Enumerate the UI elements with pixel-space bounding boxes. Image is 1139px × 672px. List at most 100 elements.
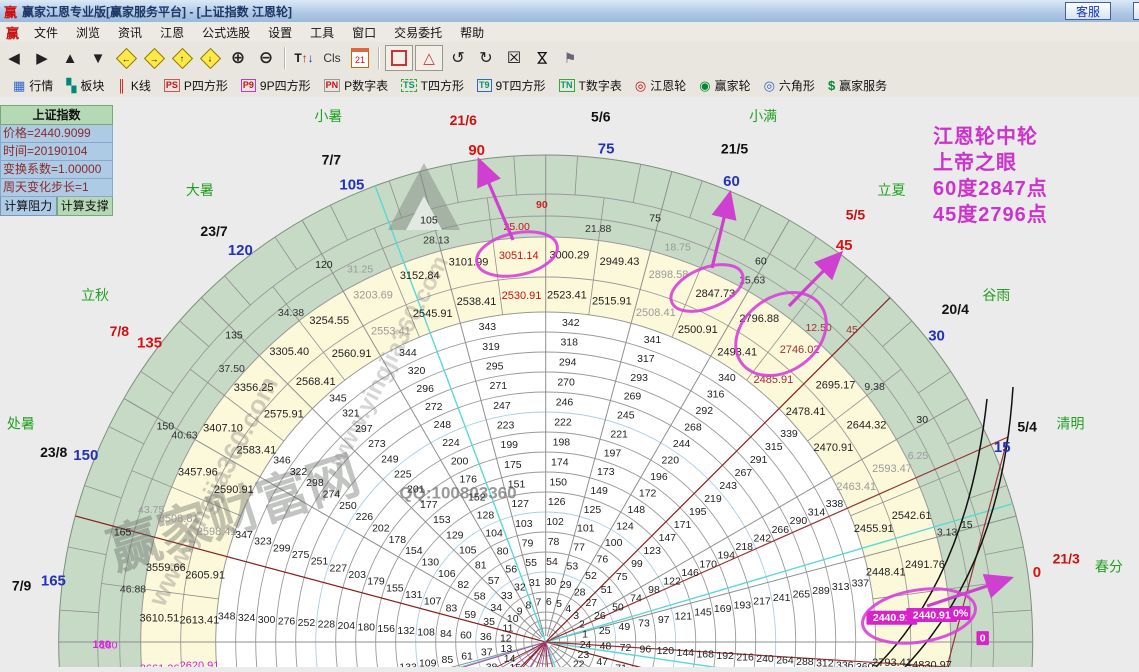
svg-text:2515.91: 2515.91 <box>592 295 632 307</box>
ribbon-item-9t-square[interactable]: T9 9T四方形 <box>476 77 546 94</box>
ribbon-item-label: 行情 <box>29 79 54 93</box>
svg-text:2448.41: 2448.41 <box>866 567 906 579</box>
svg-text:178: 178 <box>389 534 407 546</box>
svg-text:247: 247 <box>493 400 511 412</box>
svg-text:300: 300 <box>258 614 276 626</box>
diamond-up-icon[interactable]: ↑ <box>169 46 195 70</box>
nav-up-icon[interactable]: ▲ <box>57 46 83 70</box>
quote-panel: 上证指数 价格=2440.9099 时间=20190104 变换系数=1.000… <box>0 105 113 216</box>
menu-item-trade[interactable]: 交易委托 <box>385 22 451 43</box>
menu-item-help[interactable]: 帮助 <box>451 22 493 43</box>
svg-text:2478.41: 2478.41 <box>786 406 826 418</box>
ribbon-item-service[interactable]: $ 赢家服务 <box>828 77 887 94</box>
menu-item-file[interactable]: 文件 <box>25 22 67 43</box>
svg-text:58: 58 <box>474 590 486 602</box>
menu-item-formula-stock-pick[interactable]: 公式选股 <box>193 22 259 43</box>
menu-item-news[interactable]: 资讯 <box>109 22 151 43</box>
svg-text:342: 342 <box>562 317 580 329</box>
rotate-cw-icon[interactable]: ↻ <box>473 46 499 70</box>
t-updown-icon[interactable]: T ↑ ↓ <box>291 46 317 70</box>
svg-text:249: 249 <box>381 453 399 465</box>
cls-button[interactable]: Cls <box>319 46 345 70</box>
calc-support-button[interactable]: 计算支撑 <box>56 197 113 216</box>
svg-text:173: 173 <box>597 466 615 478</box>
menu-item-browse[interactable]: 浏览 <box>67 22 109 43</box>
ribbon-item-gann-wheel[interactable]: ◎ 江恩轮 <box>635 77 686 94</box>
ribbon-item-winner-wheel[interactable]: ◉ 赢家轮 <box>699 77 750 94</box>
svg-text:170: 170 <box>699 558 717 570</box>
menu-item-settings[interactable]: 设置 <box>259 22 301 43</box>
svg-text:194: 194 <box>717 550 735 562</box>
menu-item-tools[interactable]: 工具 <box>301 22 343 43</box>
zoom-out-icon[interactable]: ⊖ <box>253 46 279 70</box>
winner-wheel-icon: ◉ <box>699 77 711 93</box>
svg-text:90: 90 <box>468 142 485 159</box>
svg-text:109: 109 <box>419 658 437 667</box>
svg-text:3407.10: 3407.10 <box>203 422 243 434</box>
zoom-in-icon[interactable]: ⊕ <box>225 46 251 70</box>
svg-text:35: 35 <box>483 616 495 628</box>
svg-text:320: 320 <box>408 365 426 377</box>
svg-text:339: 339 <box>780 428 798 440</box>
ribbon-item-p-table[interactable]: PN P数字表 <box>323 77 388 94</box>
rect-draw-icon[interactable] <box>385 45 413 71</box>
calc-resistance-button[interactable]: 计算阻力 <box>0 197 57 216</box>
blocks-icon: ▚ <box>66 77 77 93</box>
ribbon-item-t-table[interactable]: TN T数字表 <box>558 77 622 94</box>
menu-item-window[interactable]: 窗口 <box>343 22 385 43</box>
svg-text:3457.96: 3457.96 <box>178 466 218 478</box>
ribbon-item-p-square[interactable]: PS P四方形 <box>163 77 228 94</box>
diamond-down-icon[interactable]: ↓ <box>197 46 223 70</box>
svg-text:124: 124 <box>616 520 634 532</box>
svg-text:225: 225 <box>394 468 412 480</box>
svg-text:174: 174 <box>551 456 569 468</box>
svg-text:59: 59 <box>464 609 476 621</box>
ribbon-item-kline[interactable]: ║ K线 <box>117 77 151 94</box>
ribbon-item-label: 赢家服务 <box>839 79 888 93</box>
annotation-text-block: 江恩轮中轮 上帝之眼 60度2847点 45度2796点 <box>933 124 1048 228</box>
nav-down-icon[interactable]: ▼ <box>85 46 111 70</box>
diamond-left-icon[interactable]: ← <box>113 46 139 70</box>
pin-flag-icon[interactable]: ⚑ <box>557 46 583 70</box>
instrument-title: 上证指数 <box>0 105 113 125</box>
svg-text:21/3: 21/3 <box>1053 550 1080 566</box>
customer-service-button[interactable]: 客服 <box>1064 2 1111 20</box>
clipped-edge-button[interactable] <box>1133 2 1139 20</box>
svg-text:341: 341 <box>644 334 662 346</box>
ribbon-item-9p-square[interactable]: P9 9P四方形 <box>240 77 311 94</box>
svg-text:316: 316 <box>707 389 725 401</box>
ribbon-item-t-square[interactable]: TS T四方形 <box>401 77 464 94</box>
svg-text:77: 77 <box>573 542 585 554</box>
ribbon-item-quotes-grid[interactable]: ▦ 行情 <box>13 77 53 94</box>
svg-text:2553.41: 2553.41 <box>371 325 411 337</box>
svg-text:145: 145 <box>694 607 712 619</box>
rotate-ccw-icon[interactable]: ↺ <box>445 46 471 70</box>
svg-text:348: 348 <box>218 611 236 623</box>
svg-text:228: 228 <box>318 619 336 631</box>
svg-text:2793.41: 2793.41 <box>872 657 912 667</box>
svg-text:78: 78 <box>548 536 560 548</box>
diamond-right-icon[interactable]: → <box>141 46 167 70</box>
svg-text:3203.69: 3203.69 <box>353 290 393 302</box>
triangle-draw-icon[interactable]: △ <box>415 45 443 71</box>
menu-item-gann[interactable]: 江恩 <box>151 22 193 43</box>
svg-text:250: 250 <box>339 500 357 512</box>
svg-text:81: 81 <box>475 560 487 572</box>
nav-left-icon[interactable]: ◀ <box>1 46 27 70</box>
svg-text:192: 192 <box>716 650 734 662</box>
ribbon-item-blocks[interactable]: ▚ 板块 <box>66 77 104 94</box>
calendar-icon[interactable]: 21 <box>347 46 373 70</box>
nav-right-icon[interactable]: ▶ <box>29 46 55 70</box>
svg-text:5/4: 5/4 <box>1017 418 1037 434</box>
svg-text:37: 37 <box>481 647 493 659</box>
svg-text:2560.91: 2560.91 <box>332 348 372 360</box>
fit-center-icon[interactable]: ⋈ <box>529 46 555 70</box>
box-x-icon[interactable]: ☒ <box>501 46 527 70</box>
svg-text:264: 264 <box>776 655 794 667</box>
ribbon-item-hexagon[interactable]: ◎ 六角形 <box>764 77 815 94</box>
svg-text:168: 168 <box>696 648 714 660</box>
9p-square-icon: P9 <box>240 79 256 92</box>
svg-text:21.88: 21.88 <box>585 223 611 235</box>
svg-text:60: 60 <box>460 630 472 642</box>
service-icon: $ <box>827 78 836 93</box>
